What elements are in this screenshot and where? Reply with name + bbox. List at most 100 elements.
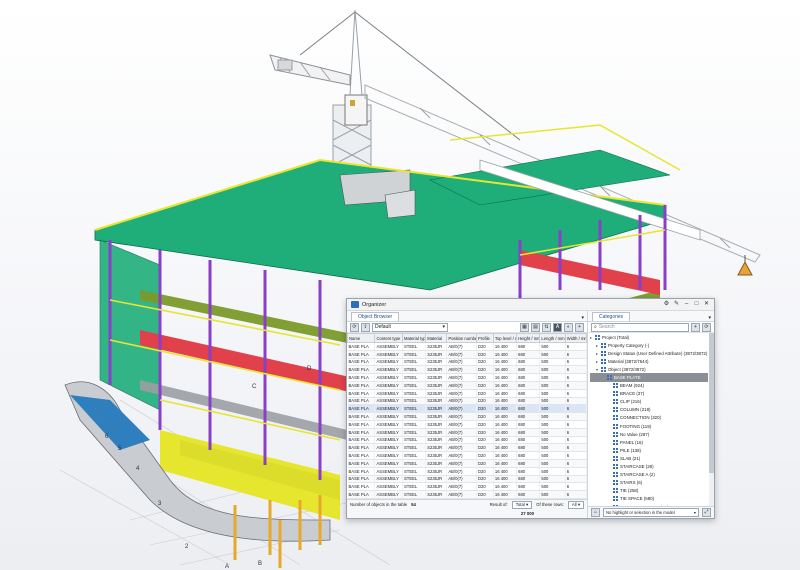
column-header[interactable]: Name bbox=[347, 333, 376, 343]
table-row[interactable]: BASE PLAASSEMBLYSTEELS235JRAB/0(7)D2016 … bbox=[347, 350, 587, 359]
objects-table[interactable]: Name Content type Material type Material Pos… bbox=[347, 333, 587, 499]
table-row[interactable]: BASE PLAASSEMBLYSTEELS235JRAB/0(7)D2016 … bbox=[347, 459, 587, 468]
organizer-window[interactable]: Organizer ⚙ ✎ – □ ✕ Object Browser ▾ ⟳ ⇪… bbox=[346, 298, 715, 519]
table-cell: ASSEMBLY bbox=[374, 350, 403, 359]
table-row[interactable]: BASE PLAASSEMBLYSTEELS235JRAB/0(7)D2016 … bbox=[347, 482, 587, 492]
category-item[interactable]: STAIRCASE A (2) bbox=[590, 471, 708, 479]
category-item[interactable]: CLIP (216) bbox=[590, 398, 708, 406]
category-item[interactable]: STAIRS (6) bbox=[590, 479, 708, 487]
table-row[interactable]: BASE PLAASSEMBLYSTEELS235JRAB/0(7)D2016 … bbox=[347, 365, 587, 375]
expand-icon[interactable]: ⤢ bbox=[702, 508, 711, 517]
add-category-icon[interactable]: + bbox=[691, 322, 700, 332]
category-item[interactable]: PANEL (16) bbox=[590, 438, 708, 446]
chevron-down-icon[interactable]: ▾ bbox=[581, 315, 584, 321]
table-row[interactable]: BASE PLAASSEMBLYSTEELS235JRAB/0(7)D2016 … bbox=[347, 342, 587, 351]
table-cell: 680 bbox=[516, 428, 541, 437]
column-header[interactable]: Profile bbox=[475, 333, 494, 343]
result-select[interactable]: Total ▾ bbox=[511, 500, 533, 509]
refresh-icon[interactable]: ⟳ bbox=[350, 322, 359, 332]
table-row[interactable]: BASE PLAASSEMBLYSTEELS235JRAB/0(7)D2016 … bbox=[347, 475, 587, 484]
sync-icon[interactable]: ⟳ bbox=[702, 322, 711, 332]
tab-object-browser[interactable]: Object Browser bbox=[351, 312, 400, 321]
model-icon[interactable]: ⌂ bbox=[591, 508, 600, 517]
category-item[interactable]: SLAB (21) bbox=[590, 454, 708, 462]
column-header[interactable]: Position number bbox=[446, 333, 477, 343]
tab-categories[interactable]: Categories bbox=[592, 312, 631, 321]
chevron-down-icon[interactable]: ▾ bbox=[708, 315, 711, 321]
table-row[interactable]: BASE PLAASSEMBLYSTEELS235JRAB/0(7)D2016 … bbox=[347, 397, 587, 406]
table-cell: 500 bbox=[539, 365, 566, 375]
table-row[interactable]: BASE PLAASSEMBLYSTEELS235JRAB/0(7)D2016 … bbox=[347, 451, 587, 460]
category-item[interactable]: TIE SPACE (580) bbox=[590, 495, 708, 503]
category-item[interactable]: CONNECTION (320) bbox=[590, 414, 708, 422]
search-input[interactable]: ⌕ Search bbox=[591, 322, 689, 332]
table-row[interactable]: BASE PLAASSEMBLYSTEELS235JRAB/0(7)D2016 … bbox=[347, 436, 587, 445]
category-item[interactable]: FOOTING (119) bbox=[590, 422, 708, 430]
export-icon[interactable]: ⇪ bbox=[361, 322, 370, 332]
table-row[interactable]: BASE PLAASSEMBLYSTEELS235JRAB/0(7)D2016 … bbox=[347, 443, 587, 453]
table-row[interactable]: BASE PLAASSEMBLYSTEELS235JRAB/0(7)D2016 … bbox=[347, 490, 587, 499]
table-row[interactable]: BASE PLAASSEMBLYSTEELS235JRAB/0(7)D2016 … bbox=[347, 404, 587, 414]
table-row[interactable]: BASE PLAASSEMBLYSTEELS235JRAB/0(7)D2016 … bbox=[347, 373, 587, 382]
category-item[interactable]: ▸ Material (3872/7544) bbox=[590, 357, 708, 365]
table-cell: ASSEMBLY bbox=[374, 490, 403, 499]
category-item[interactable]: PILE (138) bbox=[590, 446, 708, 454]
add-icon[interactable]: + bbox=[575, 322, 584, 332]
table-row[interactable]: BASE PLAASSEMBLYSTEELS235JRAB/0(7)D2016 … bbox=[347, 358, 587, 367]
sort-icon[interactable]: ⇅ bbox=[542, 322, 551, 332]
category-item[interactable]: STAIRCASE (28) bbox=[590, 463, 708, 471]
table-cell: 16 400 bbox=[493, 373, 518, 382]
browser-filter-select[interactable]: Default ▾ bbox=[372, 322, 448, 332]
organizer-titlebar[interactable]: Organizer ⚙ ✎ – □ ✕ bbox=[347, 299, 714, 311]
settings-icon[interactable]: ⚙ bbox=[663, 301, 670, 308]
category-item[interactable]: BEAM (924) bbox=[590, 382, 708, 390]
minimize-icon[interactable]: – bbox=[683, 301, 690, 308]
table-row[interactable]: BASE PLAASSEMBLYSTEELS235JRAB/0(7)D2016 … bbox=[347, 412, 587, 421]
maximize-icon[interactable]: □ bbox=[693, 301, 700, 308]
category-item[interactable]: BRACE (37) bbox=[590, 390, 708, 398]
category-item[interactable]: No Value (287) bbox=[590, 430, 708, 438]
table-row[interactable]: BASE PLAASSEMBLYSTEELS235JRAB/0(7)D2016 … bbox=[347, 389, 587, 398]
table-row[interactable]: BASE PLAASSEMBLYSTEELS235JRAB/0(7)D2016 … bbox=[347, 381, 587, 390]
pin-icon[interactable]: ✎ bbox=[673, 301, 680, 308]
highlight-icon[interactable]: ◐ bbox=[564, 322, 573, 332]
category-icon bbox=[607, 375, 612, 381]
column-header[interactable]: Top level / mm bbox=[492, 333, 518, 343]
table-view-icon[interactable]: ▦ bbox=[520, 322, 529, 332]
table-cell: AB/0(7) bbox=[446, 428, 477, 437]
table-row[interactable]: BASE PLAASSEMBLYSTEELS235JRAB/0(7)D2016 … bbox=[347, 467, 587, 476]
table-cell: STEEL bbox=[402, 436, 427, 445]
table-cell: STEEL bbox=[402, 420, 427, 429]
category-item[interactable]: ▸ Property Category (-) bbox=[590, 341, 708, 349]
column-header[interactable]: Width / mm bbox=[564, 333, 587, 343]
column-header[interactable]: Content type bbox=[374, 333, 403, 343]
column-header[interactable]: Material type bbox=[401, 333, 427, 343]
category-item[interactable]: ▸ Design Status (User Defined Attribute) … bbox=[590, 349, 708, 357]
highlight-select[interactable]: No highlight or selection in the model ▾ bbox=[603, 508, 699, 517]
table-cell: 680 bbox=[516, 404, 541, 414]
category-item[interactable]: ▸ Project (Total) bbox=[590, 333, 708, 341]
categories-tree[interactable]: ▸ Project (Total) ▸ Property Category (-) ▸ D… bbox=[588, 333, 708, 506]
category-item[interactable]: ▾ Object (3872/3872) bbox=[590, 365, 708, 373]
category-item[interactable]: COLUMN (218) bbox=[590, 406, 708, 414]
table-cell: 680 bbox=[516, 358, 541, 367]
scrollbar[interactable] bbox=[709, 333, 714, 506]
table-row[interactable]: BASE PLAASSEMBLYSTEELS235JRAB/0(7)D2016 … bbox=[347, 428, 587, 437]
category-icon bbox=[613, 431, 618, 437]
table-cell: 6 bbox=[565, 358, 587, 367]
table-row[interactable]: BASE PLAASSEMBLYSTEELS235JRAB/0(7)D2016 … bbox=[347, 420, 587, 429]
column-header[interactable]: Length / mm bbox=[539, 333, 566, 343]
category-item[interactable]: BASE PLATE bbox=[590, 373, 708, 382]
category-item[interactable]: TIE (258) bbox=[590, 487, 708, 495]
table-cell: 6 bbox=[565, 412, 587, 421]
column-settings-icon[interactable]: ▤ bbox=[531, 322, 540, 332]
object-browser-footer: Number of objects in the table 54 Result… bbox=[347, 499, 587, 518]
text-icon[interactable]: A bbox=[553, 322, 562, 332]
category-icon bbox=[613, 383, 618, 389]
close-icon[interactable]: ✕ bbox=[703, 301, 710, 308]
show-select[interactable]: All ▾ bbox=[567, 500, 584, 509]
column-header[interactable]: Material bbox=[425, 333, 448, 343]
column-header[interactable]: Height / mm bbox=[516, 333, 541, 343]
table-cell: S235JR bbox=[425, 420, 448, 429]
category-label: TIE (258) bbox=[620, 488, 639, 494]
